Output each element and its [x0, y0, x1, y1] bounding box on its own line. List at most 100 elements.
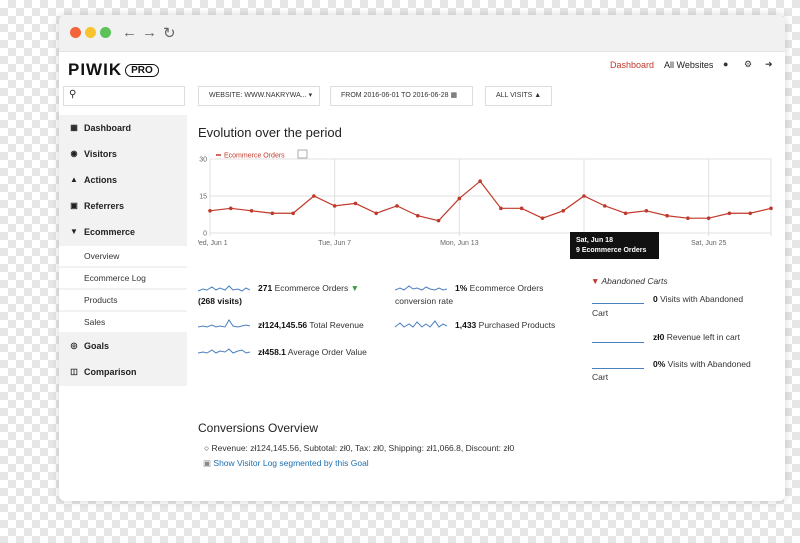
data-point [312, 194, 316, 198]
sparkline-revenue [198, 319, 250, 328]
data-point [686, 216, 690, 220]
evolution-chart: 0 15 30 Wed, Jun 1 Tue, Jun 7 Mon, Jun 13 Sat,… [198, 149, 773, 247]
sidebar-subitem-overview[interactable]: Overview [59, 246, 187, 266]
metric-revenue: zł124,145.56 Total Revenue [258, 320, 364, 330]
data-point [519, 206, 524, 211]
grid-icon: ▦ [70, 123, 78, 132]
data-point [457, 196, 462, 201]
data-point [353, 201, 358, 206]
sidebar-subitem-label: Products [84, 295, 118, 305]
data-point [436, 218, 441, 223]
abandoned-visits: 0 Visits with Abandoned [653, 294, 743, 304]
back-arrow-icon[interactable]: ← [122, 24, 137, 41]
metric-orders: 271 Ecommerce Orders ▼ [258, 283, 359, 293]
metric-products-label: Purchased Products [478, 320, 556, 330]
metric-visits: (268 visits) [198, 296, 242, 306]
cart-icon: ▼ [350, 283, 360, 293]
sidebar-item-dashboard[interactable]: ▦ Dashboard [59, 118, 187, 140]
cart-icon: ▼ [591, 276, 600, 286]
metric-conversion-label: Ecommerce Orders [469, 283, 544, 293]
calendar-icon: ▦ [450, 92, 458, 99]
sidebar-item-label: Actions [84, 175, 118, 185]
maximize-window-button[interactable] [100, 27, 111, 38]
abandoned-revenue-label: Revenue left in cart [666, 332, 740, 342]
x-tick-label: Tue, Jun 7 [318, 240, 351, 247]
nav-dashboard[interactable]: Dashboard [610, 60, 654, 70]
piwik-logo[interactable]: PIWIK PRO [68, 60, 159, 80]
metric-conversion-sub: conversion rate [395, 296, 454, 306]
sidebar-item-label: Dashboard [84, 123, 132, 133]
sidebar-item-goals[interactable]: ◎ Goals [59, 336, 187, 358]
metric-revenue-value: zł124,145.56 [258, 320, 308, 330]
data-point [748, 211, 753, 216]
sidebar-item-referrers[interactable]: ▣ Referrers [59, 196, 187, 218]
reload-icon[interactable]: ↻ [163, 24, 176, 42]
nav-all-websites[interactable]: All Websites [664, 60, 713, 70]
x-tick-label: Mon, Jun 13 [440, 240, 479, 247]
data-point [706, 216, 711, 220]
sidebar-subitem-label: Ecommerce Log [84, 273, 146, 283]
metric-revenue-label: Total Revenue [309, 320, 364, 330]
data-point [332, 204, 337, 208]
sidebar-item-comparison[interactable]: ◫ Comparison [59, 362, 187, 384]
abandoned-rate-label: Visits with Abandoned [667, 359, 751, 369]
logout-icon[interactable]: ➜ [765, 59, 773, 70]
comparison-icon: ◫ [70, 367, 78, 376]
data-point [602, 204, 607, 208]
metric-conversion: 1% Ecommerce Orders [455, 283, 543, 293]
sidebar-item-label: Ecommerce [84, 227, 136, 237]
sidebar-item-ecommerce[interactable]: ▼ Ecommerce [59, 222, 187, 244]
data-point [270, 211, 275, 216]
abandoned-visits-sub: Cart [592, 308, 609, 318]
data-point [291, 211, 295, 216]
minimize-window-button[interactable] [85, 27, 96, 38]
sidebar: ▦ Dashboard ◉ Visitors ▲ Actions ▣ Refer… [59, 115, 187, 386]
tooltip-title: Sat, Jun 18 [576, 237, 613, 244]
data-point [415, 213, 420, 218]
sidebar-item-actions[interactable]: ▲ Actions [59, 170, 187, 192]
data-point [249, 209, 254, 213]
data-point [561, 209, 566, 213]
data-point [665, 213, 669, 218]
brand-name: PIWIK [68, 60, 123, 79]
sidebar-item-visitors[interactable]: ◉ Visitors [59, 144, 187, 166]
bullet-icon: ○ [204, 443, 210, 453]
user-icon[interactable]: ● [723, 59, 728, 69]
sidebar-item-label: Comparison [84, 367, 137, 377]
visitor-log-link[interactable]: ▣ Show Visitor Log segmented by this Goa… [203, 458, 369, 469]
sparkline-products [395, 320, 447, 328]
date-range-selector[interactable]: FROM 2016-06-01 TO 2016-06-28 ▦ [330, 86, 473, 106]
abandoned-visits-label: Visits with Abandoned [660, 294, 744, 304]
segment-selector[interactable]: ALL VISITS ▲ [485, 86, 552, 106]
browser-toolbar: ← → ↻ [59, 15, 785, 52]
sidebar-subitem-sales[interactable]: Sales [59, 312, 187, 332]
visitor-log-link-text: Show Visitor Log segmented by this Goal [213, 458, 369, 468]
data-point [582, 194, 586, 198]
website-selector[interactable]: WEBSITE: WWW.NAKRYWA... ▾ [198, 86, 320, 106]
sparkline-aov [198, 348, 250, 354]
bell-icon: ▲ [70, 175, 78, 184]
metric-aov-label: Average Order Value [287, 347, 367, 357]
sidebar-subitem-products[interactable]: Products [59, 290, 187, 310]
data-point [540, 216, 545, 220]
search-input[interactable]: ⚲ [63, 86, 185, 106]
forward-arrow-icon[interactable]: → [142, 24, 157, 41]
data-point [374, 211, 379, 216]
browser-window: ← → ↻ PIWIK PRO Dashboard All Websites ● … [59, 15, 785, 501]
series-line [209, 180, 772, 222]
sparkline-conversion [395, 285, 447, 291]
metric-orders-label: Ecommerce Orders [274, 283, 349, 293]
brand-badge: PRO [125, 64, 159, 77]
data-point [228, 206, 233, 211]
tooltip-value: 9 Ecommerce Orders [576, 247, 647, 254]
segment-label: ALL VISITS [496, 92, 533, 99]
data-point [623, 211, 628, 216]
sidebar-subitem-ecommerce-log[interactable]: Ecommerce Log [59, 268, 187, 288]
data-point [644, 209, 649, 213]
x-tick-label: Sat, Jun 25 [691, 240, 727, 247]
sidebar-item-label: Referrers [84, 201, 125, 211]
close-window-button[interactable] [70, 27, 81, 38]
gear-icon[interactable]: ⚙ [744, 59, 752, 70]
x-tick-label: Wed, Jun 1 [198, 240, 228, 247]
abandoned-carts-title: ▼ Abandoned Carts [591, 276, 668, 286]
